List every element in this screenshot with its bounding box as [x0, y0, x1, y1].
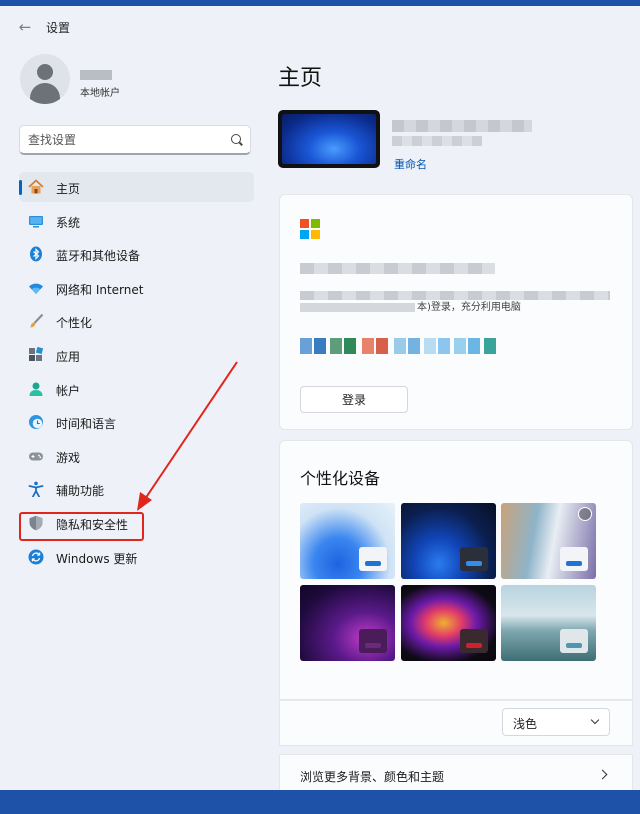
accessibility-icon	[28, 481, 44, 498]
annotation-highlight-box	[19, 512, 144, 541]
browse-themes-label: 浏览更多背景、颜色和主题	[300, 770, 445, 784]
theme-thumbnail[interactable]	[501, 585, 596, 661]
personalization-title: 个性化设备	[300, 469, 381, 488]
promo-title-redacted	[300, 263, 495, 274]
sidebar-item-label: 时间和语言	[56, 417, 117, 432]
sidebar-item-label: 蓝牙和其他设备	[56, 249, 141, 264]
clock-globe-icon	[29, 415, 43, 430]
device-model-redacted	[392, 136, 482, 146]
sidebar-item-label: 主页	[56, 182, 81, 196]
promo-text: 本)登录，充分利用电脑	[300, 298, 535, 313]
sidebar-item-label: 个性化	[56, 316, 93, 331]
sidebar-item-network[interactable]: 网络和 Internet	[19, 273, 254, 303]
system-monitor-icon	[29, 215, 43, 228]
settings-window: ← 设置 本地帐户 主页 系统 蓝牙和其他设备 网络和 Internet 个性化	[0, 6, 640, 790]
sidebar-item-personalization[interactable]: 个性化	[19, 306, 254, 336]
bluetooth-icon	[30, 246, 42, 262]
sidebar-item-label: 应用	[56, 349, 81, 364]
gamepad-icon	[29, 452, 43, 461]
sidebar-item-bluetooth[interactable]: 蓝牙和其他设备	[19, 239, 254, 269]
theme-thumbnail[interactable]	[501, 503, 596, 579]
rename-link[interactable]: 重命名	[394, 156, 427, 172]
sidebar-item-windows-update[interactable]: Windows 更新	[19, 542, 254, 572]
chevron-right-icon	[597, 769, 608, 780]
chevron-down-icon	[590, 715, 600, 725]
brush-icon	[30, 314, 44, 328]
back-button[interactable]: ←	[14, 17, 36, 37]
theme-thumbnail[interactable]	[401, 503, 496, 579]
search-icon[interactable]	[231, 134, 241, 144]
microsoft-logo-icon	[300, 219, 320, 239]
color-mode-dropdown[interactable]: 浅色	[502, 708, 610, 736]
account-type: 本地帐户	[80, 88, 120, 99]
sidebar-item-apps[interactable]: 应用	[19, 340, 254, 370]
sidebar-item-time-language[interactable]: 时间和语言	[19, 407, 254, 437]
sidebar-item-home[interactable]: 主页	[19, 172, 254, 202]
color-mode-row: 浅色	[279, 700, 633, 746]
microsoft-account-card: 本)登录，充分利用电脑 登录	[279, 194, 633, 430]
apps-icon	[29, 346, 44, 361]
wifi-icon	[29, 283, 43, 294]
sidebar-item-accounts[interactable]: 帐户	[19, 374, 254, 404]
sidebar-item-label: 网络和 Internet	[56, 282, 144, 297]
browse-themes-row[interactable]: 浏览更多背景、颜色和主题	[279, 754, 633, 790]
sidebar-item-gaming[interactable]: 游戏	[19, 441, 254, 471]
search-box[interactable]	[19, 125, 251, 155]
avatar	[20, 54, 70, 104]
personalization-card: 个性化设备	[279, 440, 633, 700]
sidebar-item-label: Windows 更新	[56, 551, 138, 566]
theme-thumbnail[interactable]	[401, 585, 496, 661]
device-wallpaper-thumbnail	[278, 110, 380, 168]
theme-thumbnail[interactable]	[300, 585, 395, 661]
app-title: 设置	[46, 21, 71, 35]
title-bar: ← 设置	[0, 6, 640, 48]
person-icon	[29, 382, 43, 396]
theme-thumbnail[interactable]	[300, 503, 395, 579]
color-mode-value: 浅色	[513, 717, 538, 731]
sidebar-item-system[interactable]: 系统	[19, 206, 254, 236]
home-icon	[28, 179, 44, 194]
sidebar-item-label: 辅助功能	[56, 484, 105, 499]
sidebar-item-label: 游戏	[56, 450, 81, 465]
search-input[interactable]	[28, 131, 218, 149]
login-button[interactable]: 登录	[300, 386, 408, 413]
update-icon	[28, 549, 44, 565]
user-name-redacted	[80, 70, 112, 80]
sidebar-item-label: 系统	[56, 215, 81, 230]
page-title: 主页	[278, 66, 323, 91]
sidebar-item-label: 帐户	[56, 383, 81, 398]
device-name-redacted	[392, 120, 532, 132]
sidebar-item-accessibility[interactable]: 辅助功能	[19, 474, 254, 504]
theme-active-badge	[578, 507, 592, 521]
